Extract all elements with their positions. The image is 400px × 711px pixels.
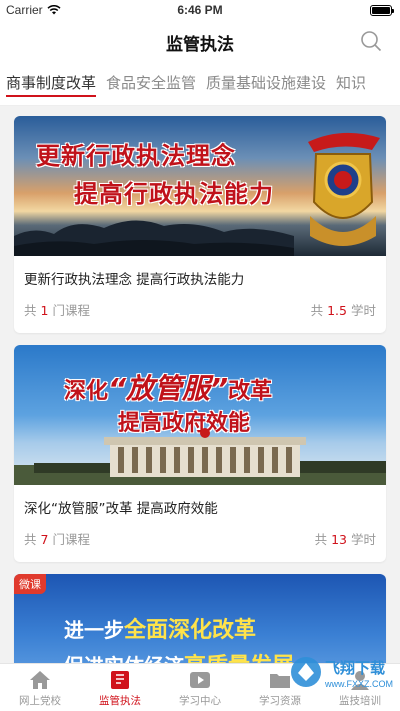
status-bar: Carrier 6:46 PM	[0, 0, 400, 22]
course-card[interactable]: 微课 进一步全面深化改革 促进实体经济高质量发展	[14, 574, 386, 663]
status-time: 6:46 PM	[177, 3, 223, 17]
course-count: 共 1 门课程	[24, 303, 90, 318]
play-icon	[190, 672, 210, 688]
micro-course-badge: 微课	[14, 574, 46, 594]
tab-quality-infrastructure[interactable]: 质量基础设施建设	[206, 60, 326, 105]
banner-headline-2: 促进实体经济高质量发展	[64, 648, 294, 663]
nav-bar: 监管执法	[0, 22, 400, 60]
page-title: 监管执法	[166, 35, 234, 55]
tab-knowledge[interactable]: 知识	[336, 60, 366, 105]
banner-headline-1: 深化“放管服”改革	[64, 372, 273, 405]
search-button[interactable]	[360, 30, 382, 52]
course-title: 更新行政执法理念 提高行政执法能力	[24, 272, 245, 288]
course-meta: 共 1 门课程 共 1.5 学时	[14, 292, 386, 333]
home-icon	[30, 671, 50, 689]
great-hall-image	[14, 428, 386, 485]
course-list: 更新行政执法理念 提高行政执法能力 更新行政执法理念 提高行政执法能力 共 1 …	[0, 106, 400, 663]
tabbar-item-party-school[interactable]: 网上党校	[0, 664, 80, 711]
course-meta: 共 7 门课程 共 13 学时	[14, 521, 386, 562]
search-icon	[361, 31, 382, 52]
watermark-text-cn: 飞翔下载	[325, 659, 385, 677]
banner-headline-2: 提高行政执法能力	[74, 180, 274, 208]
course-card[interactable]: 更新行政执法理念 提高行政执法能力 更新行政执法理念 提高行政执法能力 共 1 …	[14, 116, 386, 333]
book-icon	[111, 671, 129, 689]
banner-headline-1: 进一步全面深化改革	[64, 618, 257, 643]
tab-food-safety[interactable]: 食品安全监管	[106, 60, 196, 105]
banner-headline-1: 更新行政执法理念	[36, 142, 236, 170]
course-banner: 微课 进一步全面深化改革 促进实体经济高质量发展	[14, 574, 386, 663]
watermark-logo: 飞翔下载 www.FXXZ.COM	[291, 657, 393, 689]
mountain-silhouette	[14, 220, 294, 256]
course-title: 深化“放管服”改革 提高政府效能	[24, 501, 218, 517]
tabbar-item-supervision[interactable]: 监管执法	[80, 664, 160, 711]
battery-icon	[370, 5, 394, 16]
tab-business-reform[interactable]: 商事制度改革	[6, 60, 97, 105]
police-emblem-icon	[308, 132, 380, 246]
course-banner: 更新行政执法理念 提高行政执法能力	[14, 116, 386, 256]
category-tabs: 商事制度改革 食品安全监管 质量基础设施建设 知识	[0, 60, 400, 106]
course-banner: 深化“放管服”改革 提高政府效能	[14, 345, 386, 485]
watermark-text-en: www.FXXZ.COM	[324, 679, 393, 689]
course-card[interactable]: 深化“放管服”改革 提高政府效能 深化“放管服”改革 提高政府效能 共 7 门课…	[14, 345, 386, 562]
study-hours: 共 13 学时	[314, 532, 376, 547]
study-hours: 共 1.5 学时	[310, 303, 376, 318]
tabbar-item-learning-center[interactable]: 学习中心	[160, 664, 240, 711]
course-count: 共 7 门课程	[24, 532, 90, 547]
